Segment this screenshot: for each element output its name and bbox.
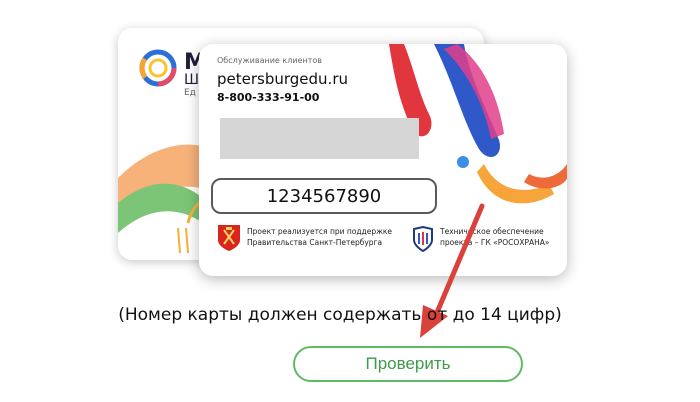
red-arrow-icon [420,203,485,338]
check-button[interactable]: Проверить [293,346,523,382]
card-number-hint: (Номер карты должен содержать от до 14 ц… [118,305,562,325]
